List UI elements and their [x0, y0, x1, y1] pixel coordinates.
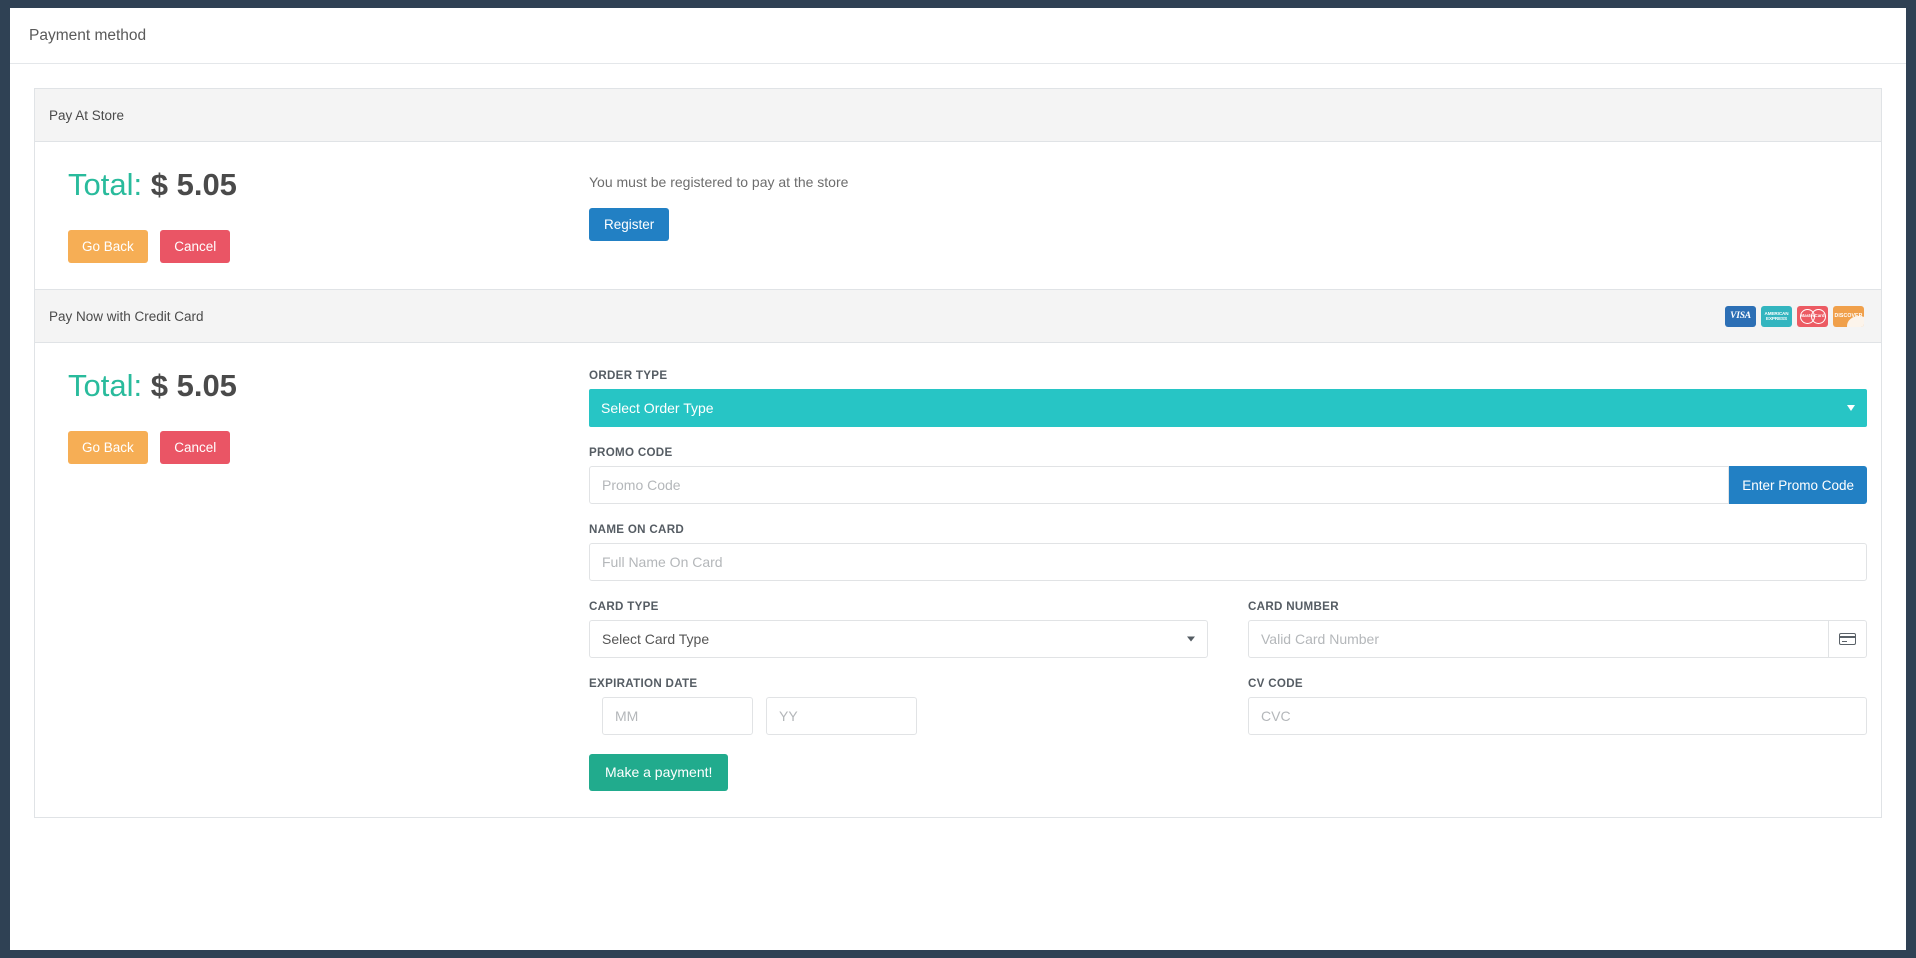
chevron-down-icon — [1847, 405, 1855, 411]
order-type-selected-value: Select Order Type — [601, 400, 714, 416]
enter-promo-code-button[interactable]: Enter Promo Code — [1729, 466, 1867, 504]
accepted-card-logos: VISA AMERICAN EXPRESS MasterCard DISCOVE — [1725, 305, 1867, 327]
panel-body-pay-at-store: Total: $ 5.05 Go Back Cancel You must be… — [35, 142, 1881, 289]
cv-code-label: CV CODE — [1248, 677, 1303, 690]
card-type-selected-value: Select Card Type — [602, 631, 710, 647]
expiration-month-input[interactable] — [602, 697, 753, 735]
name-on-card-input[interactable] — [589, 543, 1867, 581]
store-register-column: You must be registered to pay at the sto… — [565, 168, 1867, 263]
mastercard-logo-icon: MasterCard — [1797, 305, 1828, 327]
cv-code-input[interactable] — [1248, 697, 1867, 735]
order-type-label: ORDER TYPE — [589, 369, 668, 382]
promo-code-input-group: Enter Promo Code — [589, 466, 1867, 504]
register-button[interactable]: Register — [589, 208, 670, 241]
visa-logo-icon: VISA — [1725, 305, 1756, 327]
store-cancel-button[interactable]: Cancel — [160, 230, 231, 263]
expiration-cvc-row: EXPIRATION DATE CV CODE — [589, 677, 1867, 735]
cv-code-group: CV CODE — [1228, 677, 1867, 735]
store-summary-column: Total: $ 5.05 Go Back Cancel — [49, 168, 565, 263]
store-total: Total: $ 5.05 — [68, 168, 565, 202]
card-number-group: CARD NUMBER — [1228, 600, 1867, 658]
mastercard-circles: MasterCard — [1799, 308, 1826, 324]
card-type-label: CARD TYPE — [589, 600, 659, 613]
page-frame: Payment method Pay At Store Total: $ 5.0… — [10, 8, 1906, 950]
page-content: Pay At Store Total: $ 5.05 Go Back Cance… — [10, 64, 1906, 818]
cv-code-input-wrap — [1248, 697, 1867, 735]
panel-pay-now-credit-card: Pay Now with Credit Card VISA AMERICAN E… — [34, 289, 1882, 818]
card-number-addon — [1829, 620, 1867, 658]
panel-title-credit-card: Pay Now with Credit Card — [49, 308, 204, 324]
card-number-label: CARD NUMBER — [1248, 600, 1339, 613]
promo-code-label: PROMO CODE — [589, 446, 673, 459]
card-type-number-row: CARD TYPE Select Card Type CARD NUMBER — [589, 600, 1867, 658]
card-type-select[interactable]: Select Card Type — [589, 620, 1208, 658]
card-summary-column: Total: $ 5.05 Go Back Cancel — [49, 369, 565, 791]
order-type-group: ORDER TYPE Select Order Type — [589, 369, 1867, 427]
promo-code-input[interactable] — [589, 466, 1730, 504]
card-form-column: ORDER TYPE Select Order Type PROMO CODE … — [565, 369, 1867, 791]
panel-pay-at-store: Pay At Store Total: $ 5.05 Go Back Cance… — [34, 88, 1882, 289]
card-type-group: CARD TYPE Select Card Type — [589, 600, 1228, 658]
card-cancel-button[interactable]: Cancel — [160, 431, 231, 464]
expiration-date-label: EXPIRATION DATE — [589, 677, 698, 690]
page-header: Payment method — [10, 8, 1906, 64]
panel-body-credit-card: Total: $ 5.05 Go Back Cancel ORDER TYPE … — [35, 343, 1881, 817]
mastercard-logo-text: MasterCard — [1800, 312, 1825, 318]
card-total-label: Total: — [68, 368, 143, 403]
expiration-group: EXPIRATION DATE — [589, 677, 1228, 735]
panel-title-pay-at-store: Pay At Store — [49, 107, 125, 123]
expiration-year-input[interactable] — [766, 697, 917, 735]
card-total: Total: $ 5.05 — [68, 369, 565, 403]
card-total-amount: $ 5.05 — [150, 368, 237, 403]
page-title: Payment method — [29, 26, 147, 44]
make-payment-button[interactable]: Make a payment! — [589, 754, 729, 791]
store-go-back-button[interactable]: Go Back — [68, 230, 148, 263]
credit-card-icon — [1839, 633, 1857, 645]
panel-heading-pay-at-store: Pay At Store — [35, 89, 1881, 142]
discover-logo-icon: DISCOVER — [1833, 305, 1864, 327]
order-type-select[interactable]: Select Order Type — [589, 389, 1867, 427]
card-number-input-group — [1248, 620, 1867, 658]
amex-logo-text: AMERICAN EXPRESS — [1764, 311, 1789, 321]
store-total-label: Total: — [68, 167, 143, 202]
discover-logo-text: DISCOVER — [1834, 313, 1863, 319]
store-total-amount: $ 5.05 — [150, 167, 237, 202]
card-number-input[interactable] — [1248, 620, 1830, 658]
amex-logo-icon: AMERICAN EXPRESS — [1761, 305, 1792, 327]
chevron-down-icon — [1187, 636, 1195, 642]
name-on-card-label: NAME ON CARD — [589, 523, 685, 536]
visa-logo-text: VISA — [1730, 311, 1751, 321]
promo-code-group: PROMO CODE Enter Promo Code — [589, 446, 1867, 504]
card-go-back-button[interactable]: Go Back — [68, 431, 148, 464]
store-registration-note: You must be registered to pay at the sto… — [589, 174, 849, 190]
name-on-card-group: NAME ON CARD — [589, 523, 1867, 581]
expiration-inputs — [589, 697, 1208, 735]
panel-heading-credit-card: Pay Now with Credit Card VISA AMERICAN E… — [35, 290, 1881, 343]
